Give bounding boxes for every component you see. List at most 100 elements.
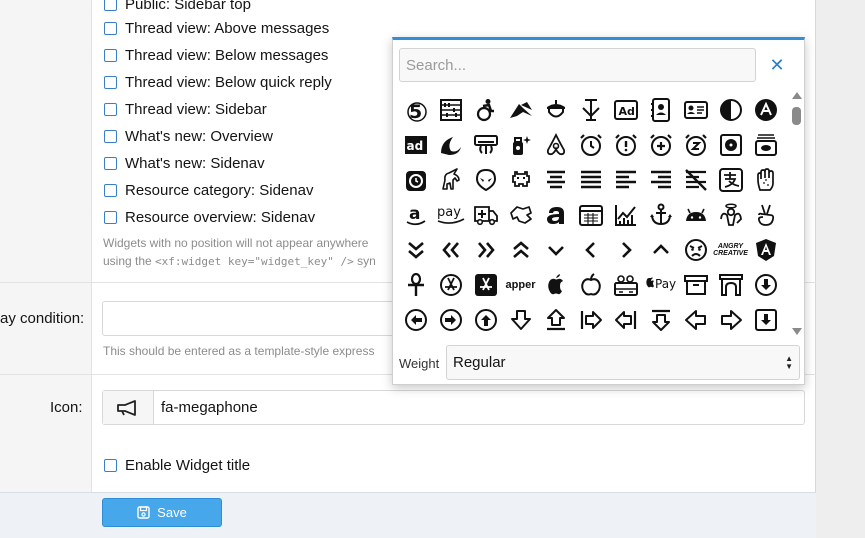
alicorn-icon[interactable] [433,162,468,197]
angle-up-icon[interactable] [643,232,678,267]
position-option[interactable]: Thread view: Sidebar [104,98,267,120]
megaphone-icon[interactable] [103,391,154,424]
angle-right-icon[interactable] [608,232,643,267]
display-condition-input[interactable] [102,301,402,336]
arrow-alt-circle-up-icon[interactable] [468,302,503,337]
position-option[interactable]: Resource category: Sidenav [104,179,313,201]
scroll-down-arrow-icon[interactable] [792,328,802,335]
allergies-icon[interactable] [748,162,783,197]
angle-down-icon[interactable] [538,232,573,267]
arrow-alt-from-bottom-icon[interactable] [538,302,573,337]
position-option[interactable]: Thread view: Below messages [104,44,328,66]
alien-monster-icon[interactable] [503,162,538,197]
accusoft-icon[interactable] [503,92,538,127]
amazon-pay-icon[interactable]: pay [433,197,468,232]
alarm-snooze-icon[interactable] [678,127,713,162]
album-icon[interactable] [713,127,748,162]
scroll-thumb[interactable] [792,107,801,125]
checkbox[interactable] [104,458,117,472]
checkbox[interactable] [104,183,117,197]
align-center-icon[interactable] [538,162,573,197]
address-book-icon[interactable] [643,92,678,127]
apple-icon[interactable] [538,267,573,302]
checkbox[interactable] [104,48,117,62]
angle-left-icon[interactable] [573,232,608,267]
save-button[interactable]: Save [102,498,222,527]
angle-double-up-icon[interactable] [503,232,538,267]
abacus-icon[interactable] [433,92,468,127]
app-store-icon[interactable] [433,267,468,302]
chart-line-icon[interactable] [608,197,643,232]
arrow-alt-circle-right-icon[interactable] [433,302,468,337]
arrow-alt-right-icon[interactable] [713,302,748,337]
airbnb-icon[interactable] [538,127,573,162]
accessible-icon[interactable] [468,92,503,127]
icon-search-input[interactable] [399,48,756,82]
ankh-icon[interactable] [398,267,433,302]
apple-crate-icon[interactable] [608,267,643,302]
weight-select[interactable]: Regular ▲ ▼ [446,345,800,380]
checkbox[interactable] [104,129,117,143]
alipay-icon[interactable] [713,162,748,197]
amilia-icon[interactable] [538,197,573,232]
checkbox[interactable] [104,102,117,116]
address-card-icon[interactable] [678,92,713,127]
anchor-icon[interactable] [643,197,678,232]
apple-alt-icon[interactable] [573,267,608,302]
alarm-timer-icon[interactable] [398,162,433,197]
arrow-alt-circle-left-icon[interactable] [398,302,433,337]
angrycreative-icon[interactable]: ANGRY CREATIVE [713,232,748,267]
android-icon[interactable] [678,197,713,232]
arrow-alt-square-down-icon[interactable] [748,302,783,337]
adn-icon[interactable]: ad [398,127,433,162]
angle-double-right-icon[interactable] [468,232,503,267]
checkbox[interactable] [104,156,117,170]
align-left-icon[interactable] [608,162,643,197]
arrow-alt-left-icon[interactable] [678,302,713,337]
adjust-icon[interactable] [713,92,748,127]
arrow-alt-from-top-icon[interactable] [643,302,678,337]
air-freshener-icon[interactable] [503,127,538,162]
icon-grid-scrollbar[interactable] [791,92,803,337]
align-justify-icon[interactable] [573,162,608,197]
checkbox[interactable] [104,0,117,11]
album-collection-icon[interactable] [748,127,783,162]
acquisitions-incorporated-icon[interactable] [573,92,608,127]
alarm-exclamation-icon[interactable] [608,127,643,162]
acorn-icon[interactable] [538,92,573,127]
position-option[interactable]: Thread view: Above messages [104,17,329,39]
position-option[interactable]: Resource overview: Sidenav [104,206,315,228]
enable-widget-title-option[interactable]: Enable Widget title [104,454,250,476]
checkbox[interactable] [104,75,117,89]
archway-icon[interactable] [713,267,748,302]
analytics-icon[interactable] [573,197,608,232]
align-right-icon[interactable] [643,162,678,197]
align-slash-icon[interactable] [678,162,713,197]
angel-icon[interactable] [713,197,748,232]
checkbox[interactable] [104,21,117,35]
position-option[interactable]: Public: Sidebar top [104,0,251,15]
air-conditioner-icon[interactable] [468,127,503,162]
checkbox[interactable] [104,210,117,224]
alarm-clock-icon[interactable] [573,127,608,162]
archive-icon[interactable] [678,267,713,302]
arrow-alt-circle-down-icon[interactable] [748,267,783,302]
angellist-icon[interactable] [748,197,783,232]
ambulance-icon[interactable] [468,197,503,232]
angular-icon[interactable] [748,232,783,267]
arrow-alt-down-icon[interactable] [503,302,538,337]
american-sign-language-icon[interactable] [503,197,538,232]
adversal-icon[interactable] [433,127,468,162]
arrow-alt-from-right-icon[interactable] [608,302,643,337]
apper-icon[interactable]: apper [503,267,538,302]
500px-icon[interactable]: 5 [398,92,433,127]
apple-pay-icon[interactable]: Pay [643,267,678,302]
close-icon[interactable]: ✕ [768,56,786,74]
position-option[interactable]: What's new: Sidenav [104,152,265,174]
ad-icon[interactable]: Ad [608,92,643,127]
position-option[interactable]: Thread view: Below quick reply [104,71,332,93]
arrow-alt-from-left-icon[interactable] [573,302,608,337]
angle-double-left-icon[interactable] [433,232,468,267]
alarm-plus-icon[interactable] [643,127,678,162]
app-store-ios-icon[interactable] [468,267,503,302]
